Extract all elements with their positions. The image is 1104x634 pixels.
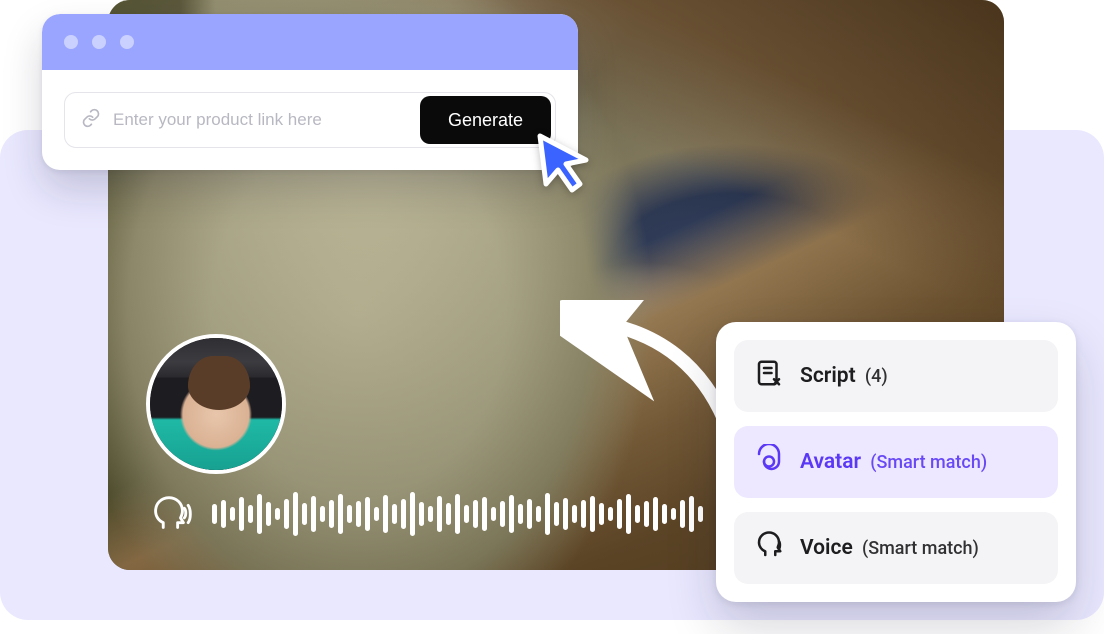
presenter-avatar [146, 334, 286, 474]
option-label: Voice [800, 536, 853, 560]
link-input-wrap: Generate [64, 92, 556, 148]
window-dot [92, 35, 106, 49]
option-sublabel: (Smart match) [870, 452, 987, 473]
window-dot [64, 35, 78, 49]
option-label: Script [800, 364, 856, 388]
window-dot [120, 35, 134, 49]
link-input-card: Generate [42, 14, 578, 170]
voice-row [146, 490, 703, 538]
option-script[interactable]: Script (4) [734, 340, 1058, 412]
audio-waveform [212, 490, 703, 538]
product-link-input[interactable] [113, 110, 408, 130]
option-sublabel: (Smart match) [862, 538, 979, 559]
cursor-pointer-icon [532, 130, 596, 194]
speaking-head-icon [146, 491, 192, 537]
script-icon [754, 358, 784, 394]
generation-options-panel: Script (4) Avatar (Smart match) Voice (S… [716, 322, 1076, 602]
option-sublabel: (4) [865, 366, 888, 387]
window-titlebar [42, 14, 578, 70]
avatar-hair [188, 356, 250, 410]
card-body: Generate [42, 70, 578, 170]
avatar-icon [754, 444, 784, 480]
option-label: Avatar [800, 450, 861, 474]
option-voice[interactable]: Voice (Smart match) [734, 512, 1058, 584]
link-icon [81, 108, 101, 132]
voice-icon [754, 530, 784, 566]
option-avatar[interactable]: Avatar (Smart match) [734, 426, 1058, 498]
